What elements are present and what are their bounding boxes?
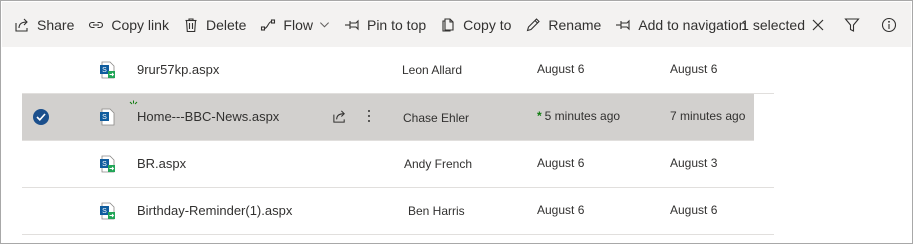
file-name[interactable]: Home---BBC-News.aspx (137, 109, 279, 124)
info-pane-button[interactable] (871, 2, 907, 47)
copy-icon (442, 17, 454, 32)
modified-by: Chase Ehler (403, 111, 470, 125)
flow-menu-button[interactable]: Flow (254, 2, 338, 47)
share-label: Share (37, 16, 75, 33)
share-icon (15, 18, 28, 32)
delete-label: Delete (205, 16, 247, 33)
svg-text:S: S (102, 67, 107, 74)
sharepoint-page-icon: S (100, 202, 115, 220)
modified-date: August 6 (537, 203, 584, 217)
copy-link-label: Copy link (111, 16, 169, 33)
command-bar-right: ··· 1 selected (697, 2, 911, 47)
file-name[interactable]: 9rur57kp.aspx (137, 62, 219, 77)
new-item-sparkle-icon (129, 100, 138, 105)
info-icon (881, 17, 897, 32)
link-icon (89, 21, 104, 28)
modified-date-text: August 6 (537, 62, 585, 76)
modified-date: * 5 minutes ago (537, 109, 620, 123)
modified-date: August 6 (537, 62, 584, 76)
modified-date: August 6 (537, 156, 584, 170)
check-circle-icon[interactable] (33, 109, 49, 125)
copy-to-button[interactable]: Copy to (434, 2, 519, 47)
more-actions-icon[interactable] (366, 108, 372, 124)
share-button[interactable]: Share (2, 2, 82, 47)
share-icon[interactable] (332, 109, 347, 124)
filter-icon (844, 17, 860, 32)
pin-to-top-label: Pin to top (366, 16, 427, 33)
delete-button[interactable]: Delete (177, 2, 254, 47)
created-date: August 6 (670, 62, 718, 76)
flow-label: Flow (283, 16, 313, 33)
add-to-navigation-icon (616, 19, 630, 30)
sharepoint-page-icon: S (100, 61, 115, 79)
sharepoint-page-icon: S (100, 155, 115, 173)
file-name[interactable]: Birthday-Reminder(1).aspx (137, 203, 292, 218)
more-options-button[interactable]: ··· (697, 2, 733, 47)
rename-button[interactable]: Rename (519, 2, 609, 47)
copy-to-label: Copy to (463, 16, 512, 33)
command-bar: Share Copy link Delete Flow Pin to top C… (2, 2, 911, 47)
svg-text:S: S (102, 114, 107, 121)
selected-count: 1 selected (741, 16, 805, 33)
rename-label: Rename (548, 16, 602, 33)
file-row[interactable]: S BR.aspx Andy French August 6 August 3 (22, 141, 774, 188)
pin-icon (344, 19, 359, 30)
created-date: August 3 (670, 156, 718, 170)
flow-icon (261, 18, 276, 31)
file-name[interactable]: BR.aspx (137, 156, 186, 171)
modified-by: Leon Allard (402, 63, 463, 77)
modified-by: Ben Harris (408, 204, 465, 218)
trash-icon (185, 17, 197, 32)
modified-date-text: August 6 (537, 203, 585, 217)
pencil-icon (527, 17, 541, 31)
file-row[interactable]: S 9rur57kp.aspx Leon Allard August 6 Aug… (22, 47, 774, 94)
file-row[interactable]: S Birthday-Reminder(1).aspx Ben Harris A… (22, 188, 774, 235)
created-date: August 6 (670, 203, 718, 217)
document-library-view: Share Copy link Delete Flow Pin to top C… (0, 0, 913, 244)
new-star-icon: * (537, 109, 542, 123)
modified-date-text: August 6 (537, 156, 585, 170)
copy-link-button[interactable]: Copy link (82, 2, 177, 47)
file-list: S 9rur57kp.aspx Leon Allard August 6 Aug… (2, 47, 911, 235)
close-icon (812, 19, 824, 30)
created-date: 7 minutes ago (670, 109, 746, 123)
svg-text:S: S (102, 161, 107, 168)
chevron-down-icon (320, 22, 329, 28)
clear-selection-button[interactable] (805, 2, 831, 47)
pin-to-top-button[interactable]: Pin to top (338, 2, 434, 47)
sharepoint-page-icon: S (100, 108, 115, 126)
filter-button[interactable] (833, 2, 871, 47)
modified-date-text: 5 minutes ago (544, 109, 621, 123)
file-row-selected[interactable]: S Home---BBC-News.aspx Chase Ehler * 5 mi… (22, 94, 754, 141)
modified-by: Andy French (404, 157, 473, 171)
svg-text:S: S (102, 208, 107, 215)
